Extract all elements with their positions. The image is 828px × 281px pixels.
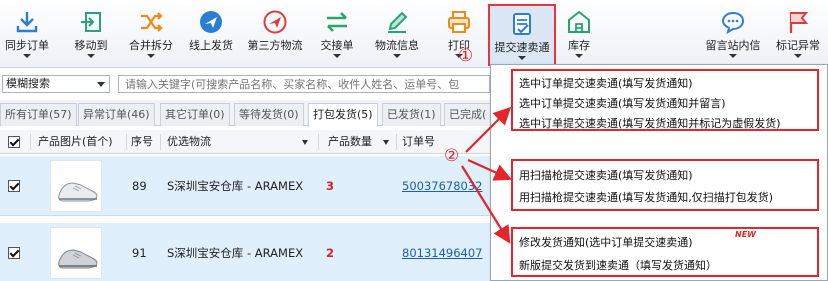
arrow-to-group2 [467,158,513,181]
arrow-to-group3 [461,165,511,244]
arrow-to-group1 [465,106,512,153]
annotation-arrows [461,106,513,244]
